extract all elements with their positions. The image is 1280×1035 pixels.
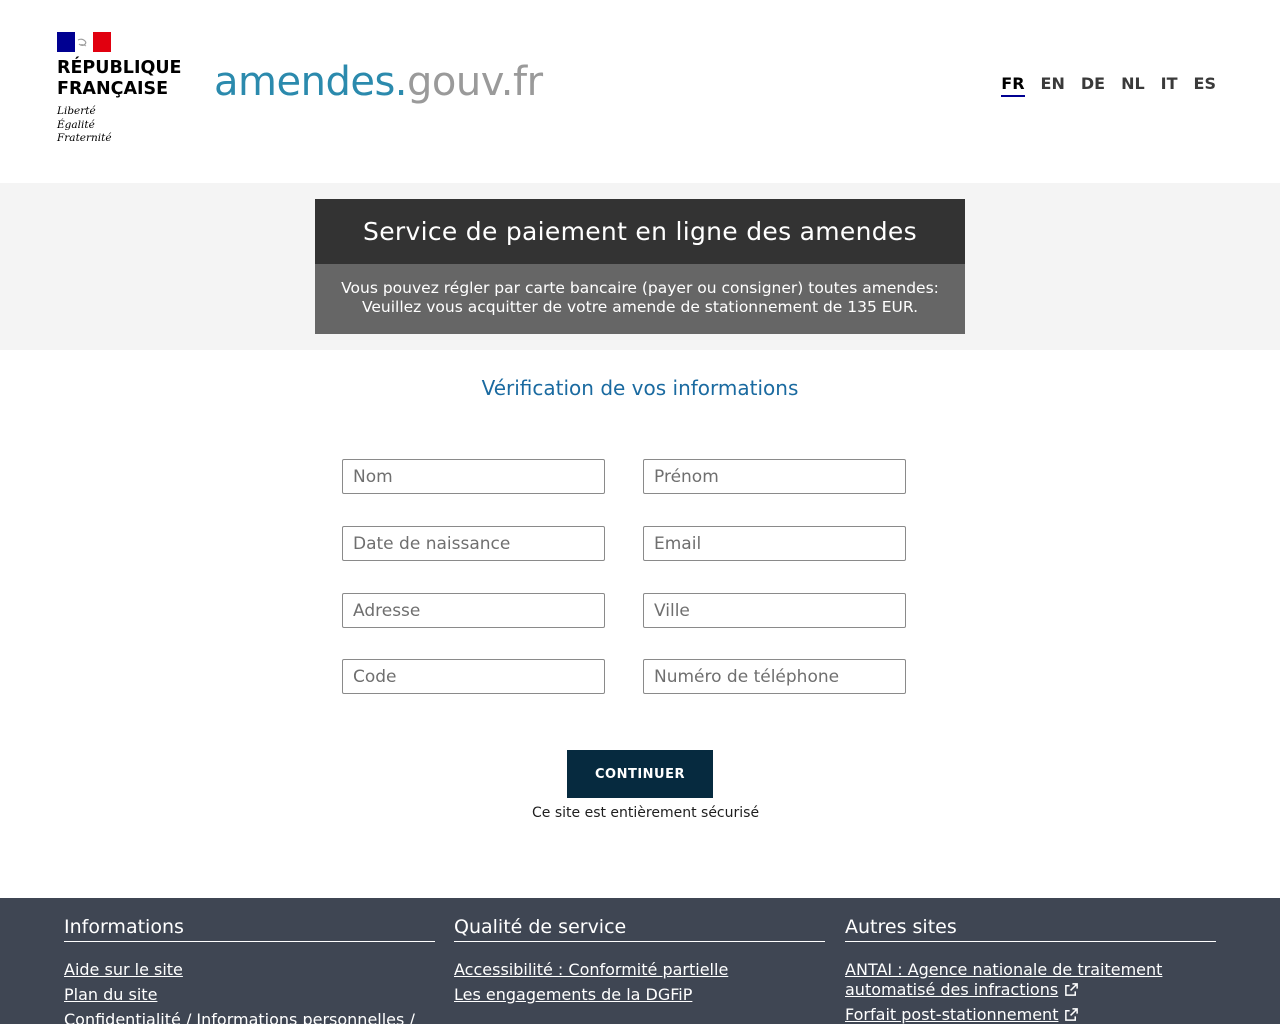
secure-site-note: Ce site est entièrement sécurisé: [532, 805, 760, 821]
external-link-icon: [1065, 983, 1079, 996]
code-input[interactable]: [342, 659, 605, 694]
footer-heading-informations: Informations: [64, 915, 435, 942]
republique-francaise-logo-text: RÉPUBLIQUE FRANÇAISE: [57, 58, 182, 99]
republic-motto: Liberté Égalité Fraternité: [57, 105, 112, 144]
site-logo-part2: gouv.fr: [407, 59, 543, 105]
footer-heading-qualite: Qualité de service: [454, 915, 825, 942]
site-logo-part1: amendes.: [214, 59, 408, 105]
footer-heading-autres-sites: Autres sites: [845, 915, 1216, 942]
footer-col-qualite: Qualité de service Accessibilité : Confo…: [454, 915, 825, 1010]
adresse-input[interactable]: [342, 593, 605, 628]
telephone-input[interactable]: [643, 659, 906, 694]
marianne-flag-icon: [57, 32, 111, 52]
footer-link-antai[interactable]: ANTAI : Agence nationale de traitement a…: [845, 960, 1216, 1000]
banner-line-2: Veuillez vous acquitter de votre amende …: [361, 298, 919, 316]
footer-link-aide[interactable]: Aide sur le site: [64, 960, 435, 980]
continue-button[interactable]: CONTINUER: [567, 750, 713, 798]
service-banner: Service de paiement en ligne des amendes…: [315, 199, 965, 334]
language-selector: FR EN DE NL IT ES: [1001, 74, 1216, 97]
site-header: RÉPUBLIQUE FRANÇAISE Liberté Égalité Fra…: [0, 0, 1280, 183]
lang-link-nl[interactable]: NL: [1121, 74, 1145, 97]
site-footer: Informations Aide sur le site Plan du si…: [0, 898, 1280, 1029]
date-naissance-input[interactable]: [342, 526, 605, 561]
nom-input[interactable]: [342, 459, 605, 494]
banner-line-1: Vous pouvez régler par carte bancaire (p…: [341, 279, 939, 297]
footer-col-autres-sites: Autres sites ANTAI : Agence nationale de…: [845, 915, 1216, 1030]
banner-description: Vous pouvez régler par carte bancaire (p…: [315, 264, 965, 334]
footer-link-antai-label: ANTAI : Agence nationale de traitement a…: [845, 960, 1163, 999]
lang-link-de[interactable]: DE: [1081, 74, 1105, 97]
footer-link-plan[interactable]: Plan du site: [64, 985, 435, 1005]
footer-link-engagements[interactable]: Les engagements de la DGFiP: [454, 985, 825, 1005]
email-input[interactable]: [643, 526, 906, 561]
footer-link-accessibilite[interactable]: Accessibilité : Conformité partielle: [454, 960, 825, 980]
lang-link-en[interactable]: EN: [1041, 74, 1065, 97]
lang-link-fr[interactable]: FR: [1001, 74, 1025, 97]
form-title: Vérification de vos informations: [481, 376, 799, 400]
external-link-icon: [1065, 1008, 1079, 1021]
lang-link-it[interactable]: IT: [1161, 74, 1178, 97]
prenom-input[interactable]: [643, 459, 906, 494]
ville-input[interactable]: [643, 593, 906, 628]
footer-link-fps[interactable]: Forfait post-stationnement: [845, 1005, 1216, 1025]
banner-title: Service de paiement en ligne des amendes: [315, 199, 965, 264]
lang-link-es[interactable]: ES: [1194, 74, 1216, 97]
footer-link-confidentialite[interactable]: Confidentialité / Informations personnel…: [64, 1010, 435, 1030]
footer-col-informations: Informations Aide sur le site Plan du si…: [64, 915, 435, 1035]
site-logo-link[interactable]: amendes.gouv.fr: [214, 58, 543, 106]
footer-link-fps-label: Forfait post-stationnement: [845, 1005, 1059, 1024]
